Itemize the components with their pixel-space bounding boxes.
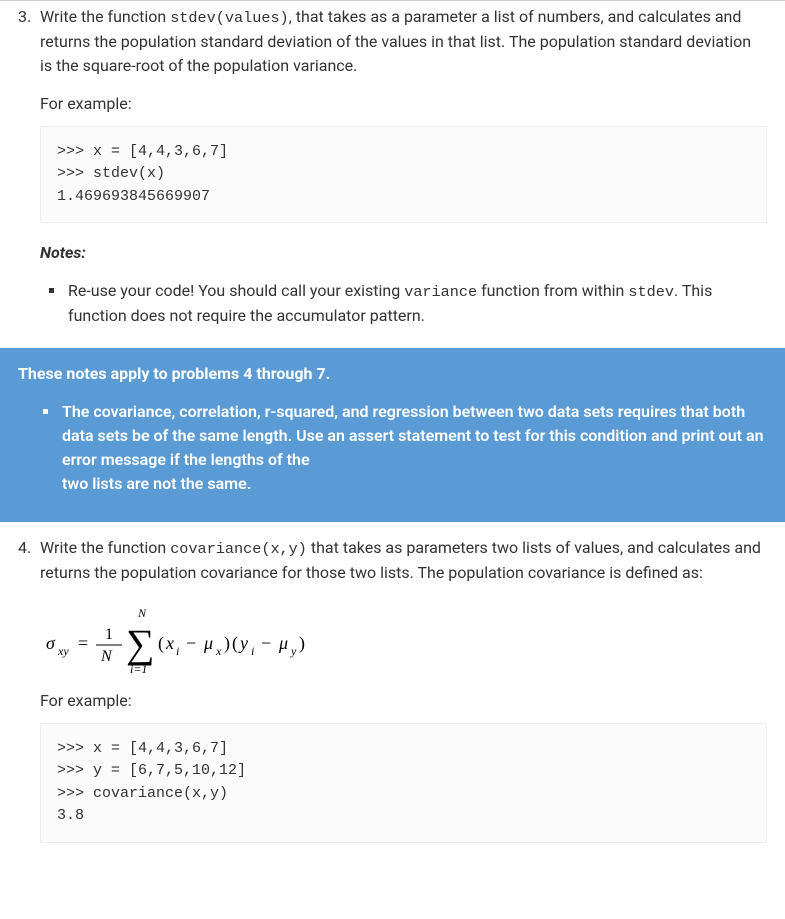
svg-text:∑: ∑ (126, 621, 155, 666)
svg-text:i: i (251, 644, 254, 658)
problem-3-for-example: For example: (40, 92, 767, 116)
svg-text:): ) (299, 633, 305, 654)
problem-4-body: Write the function covariance(x,y) that … (40, 536, 767, 585)
callout-notes-4-7: These notes apply to problems 4 through … (0, 348, 785, 522)
problem-4-code-block: >>> x = [4,4,3,6,7] >>> y = [6,7,5,10,12… (40, 723, 767, 843)
svg-text:i=1: i=1 (130, 662, 147, 675)
svg-text:xy: xy (57, 644, 69, 658)
sigma-formula-svg: σ xy = 1 N ∑ N i=1 ( x i − μ x ) ( y (46, 603, 346, 675)
problem-4-number: 4. (18, 536, 38, 585)
problem-3-code-block: >>> x = [4,4,3,6,7] >>> stdev(x) 1.46969… (40, 126, 767, 224)
problem-3-note-1-code-1: variance (404, 283, 477, 301)
callout-bullet-1-line1: The covariance, correlation, r-squared, … (62, 402, 764, 469)
svg-text:=: = (78, 633, 88, 653)
svg-text:N: N (100, 648, 113, 665)
callout-title: These notes apply to problems 4 through … (18, 362, 767, 386)
problem-3-text: 3. Write the function stdev(values), tha… (18, 5, 767, 78)
problem-3-note-1-text-1: Re-use your code! You should call your e… (68, 281, 404, 300)
svg-text:μ: μ (203, 633, 213, 653)
svg-text:σ: σ (46, 633, 56, 653)
svg-text:x: x (215, 644, 222, 658)
problem-3-body: Write the function stdev(values), that t… (40, 5, 767, 78)
svg-text:x: x (165, 633, 174, 653)
problem-3-notes-heading: Notes: (40, 241, 767, 265)
svg-text:−: − (261, 633, 271, 653)
problem-3-note-1-code-2: stdev (628, 283, 674, 301)
document-content: 3. Write the function stdev(values), tha… (0, 0, 785, 867)
problem-3-note-1: Re-use your code! You should call your e… (66, 279, 767, 328)
svg-text:i: i (176, 644, 179, 658)
svg-text:y: y (290, 644, 297, 658)
callout-bullet-1: The covariance, correlation, r-squared, … (60, 400, 767, 496)
svg-text:(: ( (232, 633, 238, 654)
problem-4-text-1: Write the function (40, 538, 170, 557)
callout-list: The covariance, correlation, r-squared, … (38, 400, 767, 496)
problem-3-notes-list: Re-use your code! You should call your e… (44, 279, 767, 328)
problem-3-number: 3. (18, 5, 38, 78)
problem-4-code-inline-1: covariance(x,y) (170, 540, 307, 558)
svg-text:y: y (238, 633, 248, 653)
svg-text:1: 1 (105, 626, 113, 643)
svg-text:(: ( (158, 633, 164, 654)
covariance-formula: σ xy = 1 N ∑ N i=1 ( x i − μ x ) ( y (46, 603, 767, 675)
problem-4-text: 4. Write the function covariance(x,y) th… (18, 536, 767, 585)
problem-3-text-1: Write the function (40, 7, 170, 26)
svg-text:−: − (186, 633, 196, 653)
callout-bullet-1-line2: two lists are not the same. (62, 474, 251, 493)
problem-3-code-inline-1: stdev(values) (170, 9, 288, 27)
problem-3-note-1-text-2: function from within (477, 281, 628, 300)
svg-text:μ: μ (278, 633, 288, 653)
svg-text:N: N (137, 606, 147, 620)
problem-4: 4. Write the function covariance(x,y) th… (0, 522, 785, 867)
problem-3: 3. Write the function stdev(values), tha… (0, 5, 785, 348)
svg-text:): ) (224, 633, 230, 654)
problem-4-for-example: For example: (40, 689, 767, 713)
